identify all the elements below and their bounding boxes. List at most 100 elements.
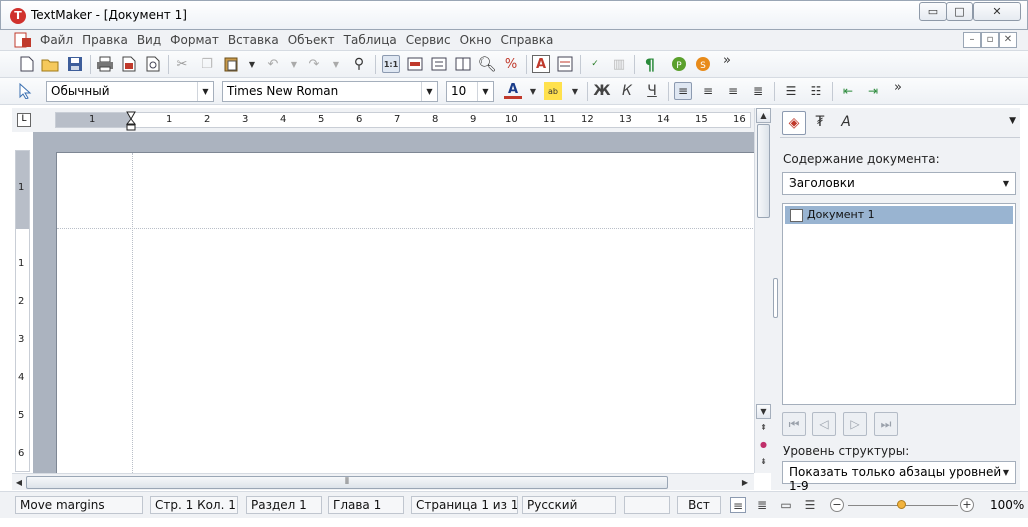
next-item-button[interactable]: ▷ <box>843 412 867 436</box>
menu-edit[interactable]: Правка <box>82 33 135 47</box>
cut-icon[interactable]: ✂ <box>173 55 191 73</box>
planmaker-icon[interactable]: S <box>694 55 712 73</box>
doc-restore-button[interactable]: ▫ <box>981 32 999 48</box>
normal-view-mode-icon[interactable]: ≡ <box>730 497 746 513</box>
font-name-combo[interactable]: Times New Roman ▼ <box>222 81 438 102</box>
underline-button[interactable]: Ч <box>643 82 661 100</box>
splitter-grip[interactable] <box>773 278 778 318</box>
master-page-icon[interactable] <box>454 55 472 73</box>
align-center-icon[interactable]: ≡ <box>699 82 717 100</box>
spellcheck-icon[interactable]: ✓ <box>586 55 604 73</box>
maximize-button[interactable]: □ <box>946 2 973 21</box>
increase-indent-icon[interactable]: ⇥ <box>864 82 882 100</box>
copy-icon[interactable]: ❐ <box>198 55 216 73</box>
vertical-scrollbar[interactable]: ▲ ▼ ⇞ ● ⇟ <box>754 108 771 473</box>
decrease-indent-icon[interactable]: ⇤ <box>839 82 857 100</box>
document-page[interactable] <box>56 152 754 473</box>
sidebar-menu-icon[interactable]: ▼ <box>1009 116 1016 126</box>
next-page-icon[interactable]: ⇟ <box>756 455 771 470</box>
contents-type-combo[interactable]: Заголовки ▼ <box>782 172 1016 195</box>
menu-object[interactable]: Объект <box>288 33 342 47</box>
continuous-view-mode-icon[interactable]: ≣ <box>754 497 770 513</box>
print-icon[interactable] <box>96 55 114 73</box>
horizontal-ruler[interactable]: 1 1 2 3 4 5 6 7 8 9 10 11 12 13 14 15 16 <box>55 112 751 128</box>
chart-icon[interactable]: ▥ <box>610 55 628 73</box>
doc-minimize-button[interactable]: – <box>963 32 981 48</box>
redo-icon[interactable]: ↷ <box>305 55 323 73</box>
browse-object-icon[interactable]: ● <box>756 438 771 453</box>
numbered-list-icon[interactable]: ☷ <box>807 82 825 100</box>
outline-view-icon[interactable] <box>430 55 448 73</box>
scroll-up-button[interactable]: ▲ <box>756 108 771 123</box>
align-right-icon[interactable]: ≡ <box>724 82 742 100</box>
zoom-slider-knob[interactable] <box>897 500 906 509</box>
menu-tools[interactable]: Сервис <box>406 33 458 47</box>
zoom-out-button[interactable]: − <box>830 498 844 512</box>
highlight-dropdown-icon[interactable]: ▼ <box>566 82 584 100</box>
sidebar-splitter[interactable] <box>771 108 780 490</box>
menu-format[interactable]: Формат <box>170 33 226 47</box>
scroll-right-button[interactable]: ▶ <box>738 475 752 490</box>
menu-insert[interactable]: Вставка <box>228 33 286 47</box>
previous-page-icon[interactable]: ⇞ <box>756 421 771 436</box>
new-document-icon[interactable] <box>18 55 36 73</box>
structure-level-combo[interactable]: Показать только абзацы уровней 1-9 ▼ <box>782 461 1016 493</box>
minimize-button[interactable]: ▭ <box>919 2 947 21</box>
scroll-left-button[interactable]: ◀ <box>12 475 26 490</box>
font-color-dropdown-icon[interactable]: ▼ <box>524 82 542 100</box>
page-view-icon[interactable] <box>406 55 424 73</box>
font-size-combo[interactable]: 10 ▼ <box>446 81 494 102</box>
character-format-icon[interactable]: A <box>532 55 550 73</box>
document-workspace[interactable] <box>33 132 754 473</box>
page-view-mode-icon[interactable]: ▭ <box>778 497 794 513</box>
vertical-scroll-thumb[interactable] <box>757 124 770 218</box>
print-preview-icon[interactable] <box>144 55 162 73</box>
styles-icon[interactable]: ₮ <box>808 111 832 135</box>
checkbox[interactable] <box>790 209 803 222</box>
zoom-icon[interactable]: 🔍︎ <box>477 55 496 73</box>
status-insert-mode[interactable]: Вст <box>677 496 721 514</box>
presentations-icon[interactable]: P <box>670 55 688 73</box>
tree-item-document[interactable]: Документ 1 <box>785 206 1013 224</box>
paragraph-style-combo[interactable]: Обычный ▼ <box>46 81 214 102</box>
vertical-ruler[interactable]: 1 1 2 3 4 5 6 <box>15 150 30 472</box>
redo-dropdown-icon[interactable]: ▼ <box>327 55 345 73</box>
undo-icon[interactable]: ↶ <box>264 55 282 73</box>
menu-window[interactable]: Окно <box>460 33 499 47</box>
bold-button[interactable]: Ж <box>593 82 611 100</box>
zoom-in-button[interactable]: + <box>960 498 974 512</box>
status-language[interactable]: Русский <box>522 496 616 514</box>
outline-view-mode-icon[interactable]: ☰ <box>802 497 818 513</box>
export-pdf-icon[interactable] <box>120 55 138 73</box>
indent-marker-icon[interactable] <box>126 110 136 132</box>
menu-file[interactable]: Файл <box>40 33 80 47</box>
italic-button[interactable]: К <box>618 82 636 100</box>
paste-dropdown-icon[interactable]: ▼ <box>243 55 261 73</box>
formatting-marks-icon[interactable]: ¶ <box>641 55 659 74</box>
toolbar-overflow-icon[interactable]: » <box>889 78 907 96</box>
close-button[interactable]: ✕ <box>973 2 1021 21</box>
menu-table[interactable]: Таблица <box>344 33 404 47</box>
character-styles-icon[interactable]: A <box>834 111 858 135</box>
align-left-icon[interactable]: ≡ <box>674 82 692 100</box>
doc-close-button[interactable]: ✕ <box>999 32 1017 48</box>
last-item-button[interactable]: ⏭ <box>874 412 898 436</box>
tab-type-button[interactable]: L <box>17 113 31 127</box>
find-binoculars-icon[interactable]: ⚲ <box>350 55 368 73</box>
zoom-percent-icon[interactable]: % <box>502 55 520 73</box>
paste-icon[interactable] <box>222 55 240 73</box>
contents-tree[interactable]: Документ 1 <box>782 203 1016 405</box>
toolbar-overflow-icon[interactable]: » <box>718 51 736 69</box>
previous-item-button[interactable]: ◁ <box>812 412 836 436</box>
menu-help[interactable]: Справка <box>500 33 560 47</box>
normal-view-icon[interactable]: 1:1 <box>382 55 400 73</box>
highlight-icon[interactable]: ab <box>544 82 562 100</box>
horizontal-scrollbar[interactable]: ◀ ⦀ ▶ <box>12 473 754 490</box>
horizontal-scroll-thumb[interactable]: ⦀ <box>26 476 668 489</box>
navigator-compass-icon[interactable]: ◈ <box>782 111 806 135</box>
scroll-down-button[interactable]: ▼ <box>756 404 771 419</box>
align-justify-icon[interactable]: ≣ <box>749 82 767 100</box>
save-icon[interactable] <box>66 55 84 73</box>
open-folder-icon[interactable] <box>41 55 59 73</box>
font-color-icon[interactable]: A <box>504 82 522 99</box>
